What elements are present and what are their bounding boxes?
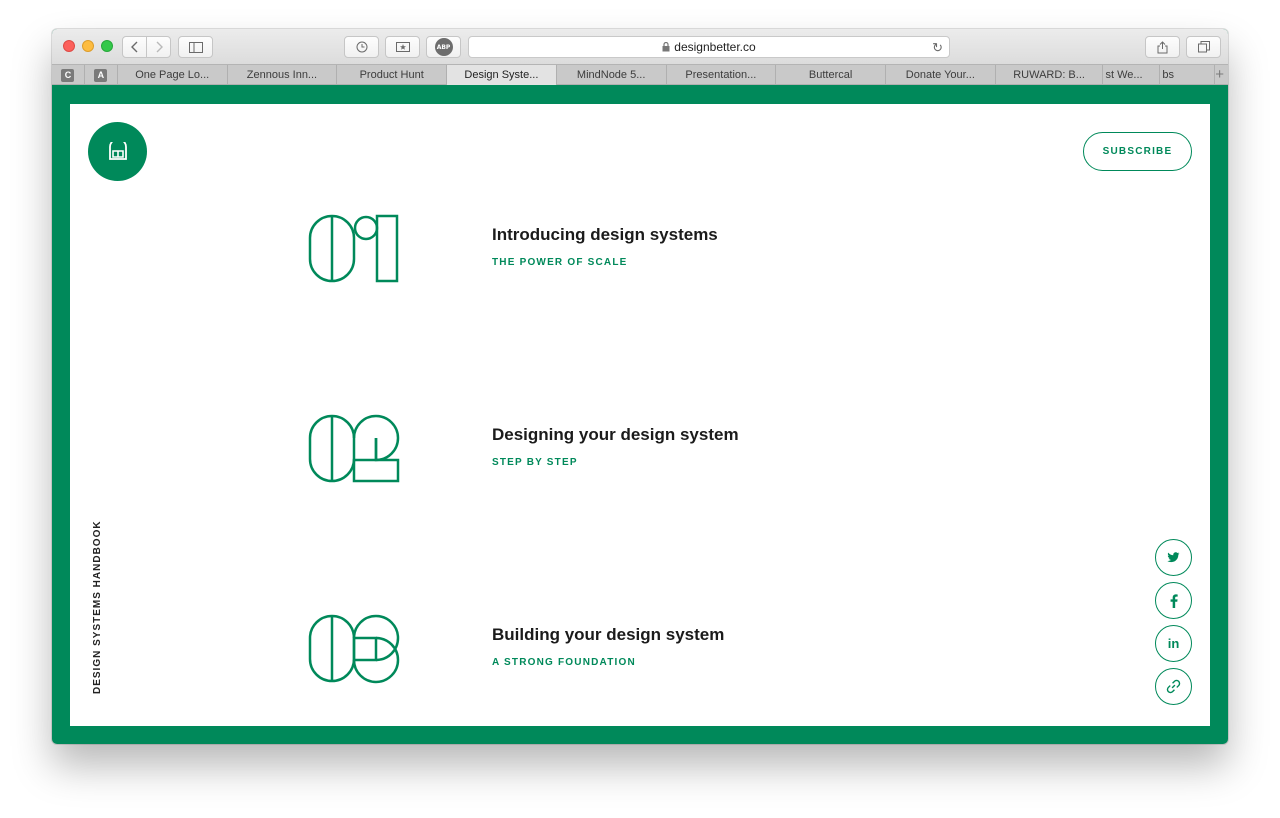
chapter-title: Building your design system xyxy=(492,625,725,644)
chapter-item-1[interactable]: Introducing design systems THE POWER OF … xyxy=(308,214,828,286)
chevron-right-icon xyxy=(156,41,163,53)
clock-icon xyxy=(356,41,367,53)
chapter-item-3[interactable]: Building your design system A STRONG FOU… xyxy=(308,614,828,686)
twitter-share-button[interactable] xyxy=(1155,539,1192,576)
browser-tab[interactable]: One Page Lo... xyxy=(118,65,228,85)
adblock-button[interactable]: ABP xyxy=(426,36,461,58)
chapter-subtitle: A STRONG FOUNDATION xyxy=(492,657,636,668)
url-text: designbetter.co xyxy=(674,40,756,54)
pinned-tab-c[interactable]: C xyxy=(52,65,85,85)
tab-bar: C A One Page Lo... Zennous Inn... Produc… xyxy=(52,64,1228,85)
browser-window: ABP designbetter.co ↻ C A One Page Lo...… xyxy=(52,29,1228,744)
chapter-subtitle: STEP BY STEP xyxy=(492,457,578,468)
chapter-title: Designing your design system xyxy=(492,425,739,444)
zoom-window-button[interactable] xyxy=(101,40,113,52)
close-window-button[interactable] xyxy=(63,40,75,52)
browser-tab[interactable]: Zennous Inn... xyxy=(228,65,338,85)
pinned-tab-icon: C xyxy=(61,68,75,82)
star-icon xyxy=(395,42,410,52)
book-logo-icon xyxy=(108,141,127,160)
browser-tab[interactable]: Presentation... xyxy=(667,65,777,85)
browser-tab[interactable]: Donate Your... xyxy=(886,65,996,85)
browser-tab[interactable]: Product Hunt xyxy=(337,65,448,85)
facebook-share-button[interactable] xyxy=(1155,582,1192,619)
page-content: SUBSCRIBE DESIGN SYSTEMS HANDBOOK Introd… xyxy=(70,104,1210,726)
address-bar[interactable]: designbetter.co ↻ xyxy=(468,36,950,58)
chapter-title: Introducing design systems xyxy=(492,225,718,244)
browser-toolbar: ABP designbetter.co ↻ xyxy=(52,29,1228,64)
lock-icon xyxy=(662,42,670,52)
browser-tab[interactable]: Buttercal xyxy=(776,65,886,85)
handbook-title: DESIGN SYSTEMS HANDBOOK xyxy=(92,520,103,694)
tabs-icon xyxy=(1197,41,1210,53)
linkedin-icon: in xyxy=(1167,636,1180,651)
forward-button[interactable] xyxy=(146,37,170,57)
linkedin-share-button[interactable]: in xyxy=(1155,625,1192,662)
sidebar-icon xyxy=(188,41,203,53)
history-button[interactable] xyxy=(344,36,379,58)
browser-tab[interactable]: bs xyxy=(1160,65,1216,85)
navigation-buttons xyxy=(122,36,171,58)
browser-tab[interactable]: MindNode 5... xyxy=(557,65,667,85)
adblock-icon: ABP xyxy=(434,38,453,56)
new-tab-button[interactable]: + xyxy=(1215,65,1228,84)
link-icon xyxy=(1166,679,1181,694)
share-icon xyxy=(1157,40,1168,53)
pinned-tab-a[interactable]: A xyxy=(85,65,118,85)
share-button[interactable] xyxy=(1145,36,1180,58)
chapter-number-01-graphic xyxy=(308,214,399,283)
chapter-number-03-graphic xyxy=(308,614,400,684)
chevron-left-icon xyxy=(130,41,137,53)
logo-button[interactable] xyxy=(88,122,147,181)
chapter-subtitle: THE POWER OF SCALE xyxy=(492,257,628,268)
chapter-number-02-graphic xyxy=(308,414,400,483)
tab-overview-button[interactable] xyxy=(1186,36,1221,58)
copy-link-button[interactable] xyxy=(1155,668,1192,705)
pinned-tab-icon: A xyxy=(94,68,108,82)
back-button[interactable] xyxy=(123,37,146,57)
browser-tab-active[interactable]: Design Syste... xyxy=(447,65,557,85)
sidebar-toggle-button[interactable] xyxy=(178,36,213,58)
chapter-item-2[interactable]: Designing your design system STEP BY STE… xyxy=(308,414,828,486)
minimize-window-button[interactable] xyxy=(82,40,94,52)
facebook-icon xyxy=(1170,593,1178,608)
browser-tab[interactable]: st We... xyxy=(1103,65,1161,85)
reload-icon[interactable]: ↻ xyxy=(932,40,943,56)
twitter-icon xyxy=(1167,552,1180,563)
browser-tab[interactable]: RUWARD: B... xyxy=(996,65,1104,85)
bookmark-button[interactable] xyxy=(385,36,420,58)
subscribe-button[interactable]: SUBSCRIBE xyxy=(1083,132,1192,171)
